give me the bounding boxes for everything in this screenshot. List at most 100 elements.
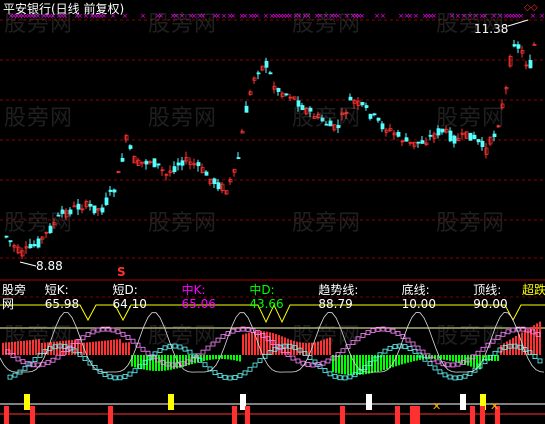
trend-bar <box>446 355 448 361</box>
k-marker <box>395 331 401 336</box>
trend-bar <box>95 341 97 355</box>
candle-body <box>468 132 473 141</box>
indicator-item-label: 底线: <box>401 283 430 297</box>
d-marker <box>212 370 218 376</box>
k-marker <box>130 338 136 344</box>
d-marker <box>407 346 413 351</box>
candle-body <box>476 139 481 143</box>
trend-bar <box>467 355 469 366</box>
buy-signal-bar <box>108 406 113 424</box>
trend-bar <box>104 340 106 355</box>
top-marker-icon: × <box>242 12 248 20</box>
d-marker <box>132 368 138 374</box>
trend-bar <box>245 333 247 355</box>
d-marker <box>332 373 338 379</box>
d-marker <box>202 362 208 368</box>
d-marker <box>237 373 243 379</box>
trend-bar <box>230 355 232 360</box>
watermark: 股旁网 <box>292 106 362 131</box>
candle-body <box>404 137 409 142</box>
d-marker <box>382 348 388 354</box>
d-marker <box>392 344 398 349</box>
watermark: 股旁网 <box>292 324 362 349</box>
candle-body <box>360 102 365 106</box>
watermark: 股旁网 <box>148 106 218 131</box>
watermark: 股旁网 <box>4 106 74 131</box>
watermark: 股旁网 <box>148 12 218 37</box>
trend-bar <box>248 332 250 355</box>
indicator-item: 短D: 64.10 <box>112 283 174 311</box>
indicator-item-label: 趋势线: <box>318 283 359 297</box>
candle-body <box>204 171 209 176</box>
trend-bar <box>365 355 367 375</box>
top-marker-icon: × <box>374 12 380 20</box>
signal-block <box>168 394 174 410</box>
d-marker <box>532 354 538 359</box>
d-marker <box>462 373 468 379</box>
trend-bar <box>122 342 124 355</box>
k-marker <box>115 329 121 335</box>
d-marker <box>217 373 223 378</box>
k-marker <box>290 355 296 361</box>
trend-bar <box>107 340 109 355</box>
d-marker <box>227 375 233 381</box>
trend-bar <box>89 342 91 355</box>
candle-body <box>156 163 161 166</box>
trend-bar <box>209 355 211 360</box>
trend-bar <box>536 323 538 355</box>
top-marker-icon: × <box>398 12 404 20</box>
candle-body <box>32 244 37 247</box>
candle-body <box>8 240 13 243</box>
d-marker <box>322 368 328 373</box>
watermark: 股旁网 <box>4 211 74 236</box>
figure-icon: ✕ <box>490 400 499 413</box>
k-marker <box>325 358 331 364</box>
trend-bar <box>125 342 127 355</box>
k-marker <box>450 362 456 368</box>
candle-body <box>420 140 425 144</box>
k-marker <box>365 330 371 335</box>
trend-bar <box>443 355 445 360</box>
high-arrow-icon <box>507 19 529 27</box>
candle-body <box>152 158 157 168</box>
indicator-item-value: 43.66 <box>249 297 284 311</box>
buy-signal-bar <box>410 406 415 424</box>
indicator-item-label: 短D: <box>112 283 138 297</box>
candle-body <box>512 44 517 47</box>
k-marker <box>45 360 51 366</box>
d-marker <box>387 345 393 351</box>
indicator-item: 底线: 10.00 <box>401 283 466 311</box>
indicator-item: 中D: 43.66 <box>249 283 310 311</box>
indicator-item-label: 短K: <box>44 283 69 297</box>
trend-bar <box>134 355 136 368</box>
trend-bar <box>128 342 130 355</box>
candle-body <box>268 72 273 75</box>
trend-bar <box>407 355 409 363</box>
trend-bar <box>380 355 382 371</box>
d-marker <box>82 356 88 362</box>
d-marker <box>112 375 118 381</box>
sell-signal-marker: S <box>117 265 126 279</box>
d-marker <box>242 370 248 376</box>
indicator-item-value: 10.00 <box>401 297 436 311</box>
signal-block <box>460 394 466 410</box>
figure-icon: ✕ <box>432 400 441 413</box>
k-marker <box>140 346 146 352</box>
k-marker <box>80 335 86 341</box>
watermark: 股旁网 <box>4 324 74 349</box>
diamond-icon: ◇◇ <box>524 3 538 13</box>
k-marker <box>435 359 441 365</box>
candle-body <box>120 157 125 162</box>
d-marker <box>22 365 28 371</box>
k-marker <box>370 328 376 333</box>
candle-body <box>100 207 105 213</box>
d-marker <box>122 374 128 379</box>
candle-body <box>416 141 421 144</box>
trend-bar <box>239 355 241 362</box>
d-marker <box>427 361 433 367</box>
candle-body <box>104 197 109 205</box>
top-marker-icon: × <box>230 12 236 20</box>
candle-body <box>480 140 485 148</box>
d-marker <box>337 375 343 381</box>
candle-body <box>244 105 249 113</box>
